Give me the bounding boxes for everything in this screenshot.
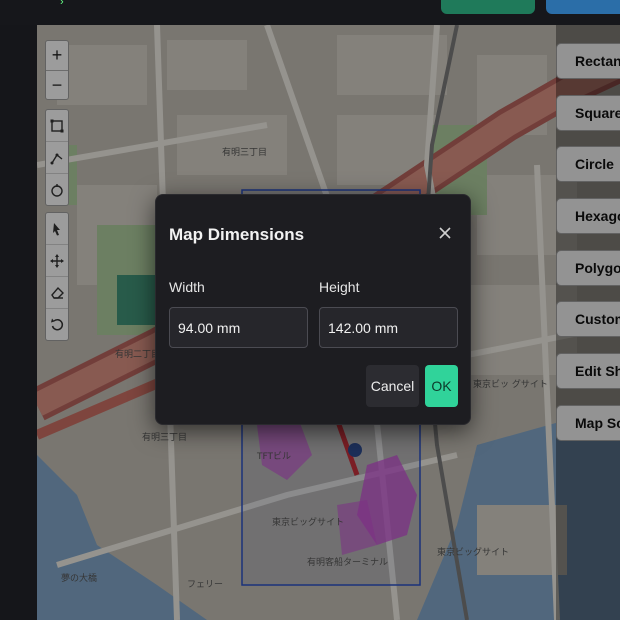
shape-button-hexagon[interactable]: Hexago <box>556 198 620 234</box>
close-icon <box>439 227 451 239</box>
top-action-button-primary[interactable] <box>441 0 535 14</box>
shape-button-circle[interactable]: Circle <box>556 146 620 182</box>
shape-button-square[interactable]: Square <box>556 95 620 131</box>
edit-shape-button[interactable]: Edit Shap <box>556 353 620 389</box>
map-dimensions-dialog: Map Dimensions Width Height Cancel OK <box>155 194 471 425</box>
height-label: Height <box>319 279 360 295</box>
map-scale-button[interactable]: Map Sca <box>556 405 620 441</box>
width-input[interactable] <box>169 307 308 348</box>
close-button[interactable] <box>435 223 455 243</box>
top-toolbar: › <box>0 0 620 25</box>
cancel-button[interactable]: Cancel <box>366 365 419 407</box>
width-label: Width <box>169 279 205 295</box>
dialog-title: Map Dimensions <box>169 225 305 244</box>
ok-button[interactable]: OK <box>425 365 458 407</box>
height-input[interactable] <box>319 307 458 348</box>
shape-button-polygon[interactable]: Polygon <box>556 250 620 286</box>
shape-button-custom[interactable]: Custom S <box>556 301 620 337</box>
top-action-button-secondary[interactable] <box>546 0 620 14</box>
left-panel <box>0 25 38 620</box>
shape-button-rectangle[interactable]: Rectang <box>556 43 620 79</box>
expand-icon[interactable]: › <box>60 0 64 8</box>
